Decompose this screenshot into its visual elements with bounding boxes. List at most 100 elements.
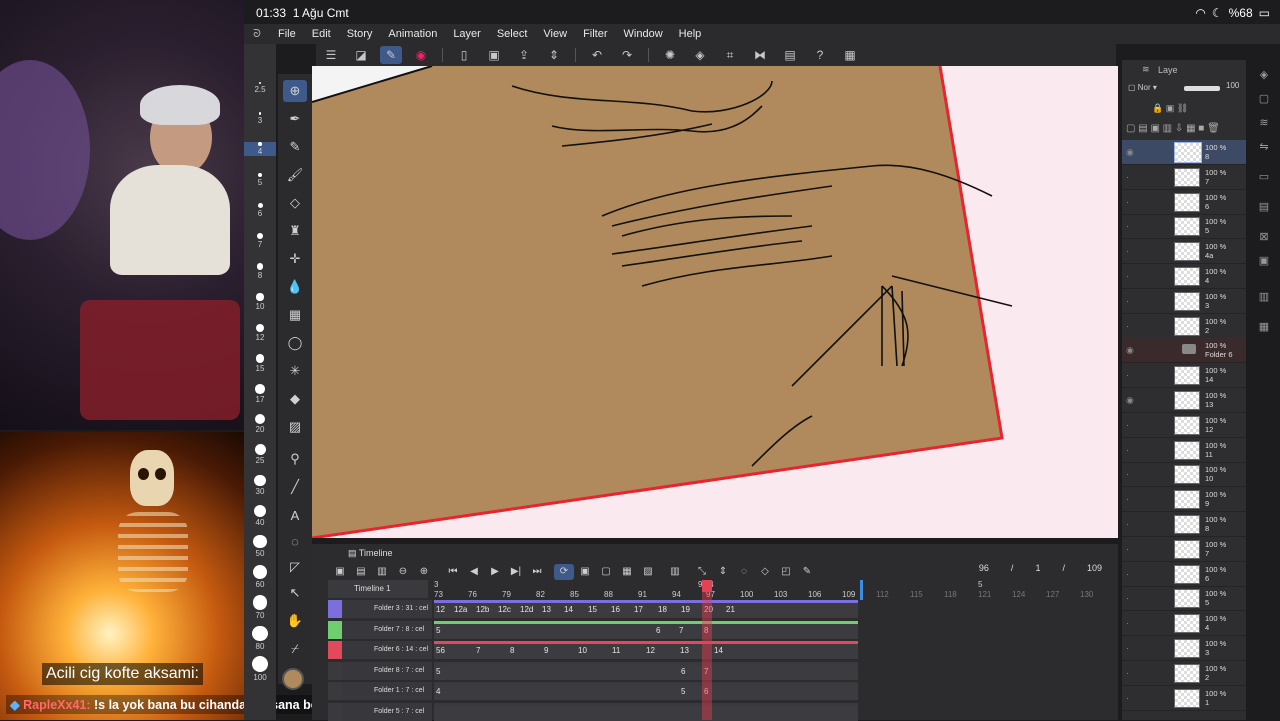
- cel-label[interactable]: 18: [658, 605, 667, 614]
- visibility-eye-icon[interactable]: ◉: [1126, 345, 1134, 356]
- brush-size-item[interactable]: 5: [244, 172, 276, 187]
- export-icon[interactable]: ⇪: [513, 46, 535, 64]
- brush-size-item[interactable]: 30: [244, 474, 276, 496]
- cel-label[interactable]: 6: [656, 626, 660, 635]
- transform-icon[interactable]: ◪: [350, 46, 372, 64]
- cel-label[interactable]: 16: [611, 605, 620, 614]
- layer-row[interactable]: · 100 % 5: [1122, 586, 1246, 612]
- menu-window[interactable]: Window: [616, 28, 671, 40]
- track-label[interactable]: Folder 1 : 7 : cel: [328, 682, 432, 700]
- brush-size-item[interactable]: 3: [244, 112, 276, 125]
- menu-filter[interactable]: Filter: [575, 28, 615, 40]
- layer-row[interactable]: ◉ 100 % 8: [1122, 140, 1246, 165]
- layer-row[interactable]: · 100 % 6: [1122, 190, 1246, 215]
- layer-row[interactable]: · 100 % 12: [1122, 413, 1246, 438]
- brush-size-item[interactable]: 100: [244, 655, 276, 682]
- visibility-eye-icon[interactable]: ·: [1126, 197, 1129, 207]
- menu-help[interactable]: Help: [671, 28, 710, 40]
- cel-label[interactable]: 6: [681, 667, 685, 676]
- track-label[interactable]: Folder 8 : 7 : cel: [328, 661, 432, 680]
- playhead[interactable]: [702, 580, 712, 720]
- eye-icon[interactable]: ◉: [410, 46, 432, 64]
- layer-row[interactable]: · 100 % 2: [1122, 661, 1246, 686]
- cel-label[interactable]: 9: [544, 646, 548, 655]
- text-tool-icon[interactable]: A: [283, 504, 307, 526]
- brush-size-item[interactable]: 6: [244, 202, 276, 218]
- search-icon[interactable]: ⊠: [1256, 230, 1272, 244]
- brush-size-item[interactable]: 8: [244, 263, 276, 280]
- timeline-edit-icon[interactable]: ▤: [351, 564, 371, 580]
- visibility-eye-icon[interactable]: ·: [1126, 544, 1129, 554]
- cel-label[interactable]: 11: [612, 646, 620, 655]
- gradient-tool-icon[interactable]: ▨: [283, 416, 307, 438]
- visibility-eye-icon[interactable]: ·: [1126, 445, 1129, 455]
- new-timeline-icon[interactable]: ▣: [330, 564, 350, 580]
- cel-label[interactable]: 14: [564, 605, 573, 614]
- menu-select[interactable]: Select: [489, 28, 536, 40]
- track-label[interactable]: Folder 5 : 7 : cel: [328, 702, 432, 721]
- brush-size-item[interactable]: 10: [244, 293, 276, 311]
- brush-size-item[interactable]: 70: [244, 595, 276, 620]
- ease-icon[interactable]: ◌: [734, 564, 754, 580]
- track-cel-area[interactable]: 567: [434, 661, 858, 680]
- brush-size-item[interactable]: 20: [244, 414, 276, 434]
- visibility-eye-icon[interactable]: ·: [1126, 593, 1129, 603]
- pen-tool-icon[interactable]: ✒: [283, 108, 307, 130]
- zoom-in-icon[interactable]: ⊕: [414, 564, 434, 580]
- visibility-eye-icon[interactable]: ·: [1126, 246, 1129, 256]
- cel-label[interactable]: 21: [726, 605, 735, 614]
- grid-icon[interactable]: ▦: [839, 46, 861, 64]
- first-frame-icon[interactable]: ⏮: [443, 564, 463, 580]
- visibility-eye-icon[interactable]: ·: [1126, 172, 1129, 182]
- timeline-list-icon[interactable]: ▥: [372, 564, 392, 580]
- undo-icon[interactable]: ↶: [586, 46, 608, 64]
- panel-icon[interactable]: ▥: [1256, 290, 1272, 304]
- timeline-track[interactable]: Folder 3 : 31 : cel 12 12a 12b 12c 12d 13 14 15 1…: [328, 600, 1118, 618]
- cel-label[interactable]: 14: [714, 646, 723, 655]
- layer-row[interactable]: · 100 % 5: [1122, 214, 1246, 240]
- fill-icon[interactable]: ◈: [689, 46, 711, 64]
- cel-label[interactable]: 12c: [498, 605, 511, 614]
- track-cel-area[interactable]: [434, 702, 858, 721]
- visibility-eye-icon[interactable]: ·: [1126, 420, 1129, 430]
- property-icon[interactable]: ≋: [1256, 116, 1272, 130]
- brush-size-item[interactable]: 50: [244, 535, 276, 558]
- folder-icon[interactable]: ▣: [1256, 254, 1272, 268]
- cel-label[interactable]: 13: [542, 605, 551, 614]
- layer-row[interactable]: · 100 % 7: [1122, 165, 1246, 190]
- brush-size-item[interactable]: 25: [244, 444, 276, 465]
- cel-label[interactable]: 12d: [520, 605, 533, 614]
- decoration-tool-icon[interactable]: ✛: [283, 248, 307, 270]
- visibility-eye-icon[interactable]: ·: [1126, 618, 1129, 628]
- layer-row[interactable]: · 100 % 3: [1122, 636, 1246, 661]
- menu-animation[interactable]: Animation: [380, 28, 445, 40]
- track-label[interactable]: Folder 6 : 14 : cel: [328, 641, 432, 659]
- cel-label[interactable]: 5: [436, 626, 440, 635]
- fill-tool-icon[interactable]: ◆: [283, 388, 307, 410]
- sort-cel-icon[interactable]: ⇕: [713, 564, 733, 580]
- tween-icon[interactable]: ⤡: [692, 564, 712, 580]
- sort-icon[interactable]: ⇕: [543, 46, 565, 64]
- opacity-slider[interactable]: [1184, 86, 1220, 91]
- visibility-eye-icon[interactable]: ·: [1126, 494, 1129, 504]
- cel-label[interactable]: 12: [646, 646, 655, 655]
- layer-tab-label[interactable]: Laye: [1158, 65, 1178, 75]
- visibility-eye-icon[interactable]: ·: [1126, 668, 1129, 678]
- brush-size-item[interactable]: 60: [244, 565, 276, 589]
- cel-label[interactable]: 13: [680, 646, 689, 655]
- visibility-eye-icon[interactable]: ·: [1126, 693, 1129, 703]
- pencil-cel-icon[interactable]: ✎: [797, 564, 817, 580]
- track-cel-area[interactable]: 12 12a 12b 12c 12d 13 14 15 16 17 18 19 20 21: [434, 600, 858, 618]
- layer-row[interactable]: · 100 % 3: [1122, 289, 1246, 314]
- timeline-ruler[interactable]: 73 76 79 82 85 88 91 94 97 100 103 106 109 112 115 118 1…: [432, 580, 1118, 599]
- operation-tool-icon[interactable]: ↖: [283, 582, 307, 604]
- cel-label[interactable]: 19: [681, 605, 690, 614]
- layer-row[interactable]: · 100 % 9: [1122, 487, 1246, 513]
- keyframe-icon[interactable]: ◇: [755, 564, 775, 580]
- cel-icon[interactable]: ▢: [596, 564, 616, 580]
- visibility-eye-icon[interactable]: ·: [1126, 271, 1129, 281]
- visibility-eye-icon[interactable]: ·: [1126, 519, 1129, 529]
- visibility-eye-icon[interactable]: ◉: [1126, 395, 1134, 406]
- next-frame-icon[interactable]: ▶|: [506, 564, 526, 580]
- navigator-icon[interactable]: ⇋: [1256, 140, 1272, 154]
